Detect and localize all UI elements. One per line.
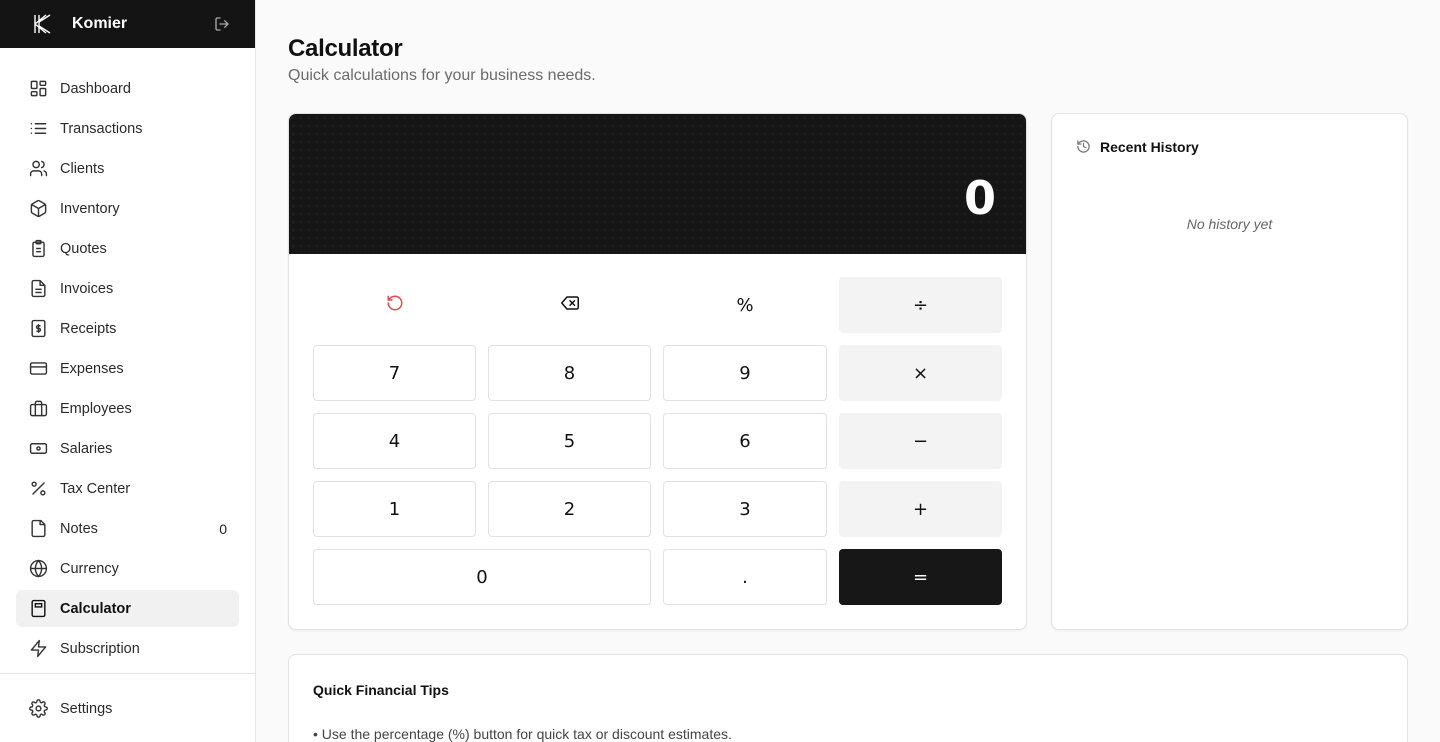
sidebar-item-currency[interactable]: Currency [16,550,239,587]
brand-name: Komier [72,15,128,32]
add-button[interactable]: + [839,481,1002,537]
divide-button[interactable]: ÷ [839,277,1002,333]
clipboard-icon [28,239,48,259]
sidebar-item-expenses[interactable]: Expenses [16,350,239,387]
reset-icon [386,294,404,317]
history-icon [1076,139,1092,155]
sticky-note-icon [28,519,48,539]
digit-0-button[interactable]: 0 [313,549,651,605]
sidebar-item-subscription[interactable]: Subscription [16,630,239,667]
sidebar-item-label: Calculator [60,600,131,617]
zap-icon [28,639,48,659]
main-content: Calculator Quick calculations for your b… [256,0,1440,742]
sidebar-item-clients[interactable]: Clients [16,150,239,187]
sidebar-item-label: Receipts [60,320,117,337]
digit-3-button[interactable]: 3 [663,481,827,537]
sidebar-item-calculator[interactable]: Calculator [16,590,239,627]
package-icon [28,199,48,219]
digit-1-button[interactable]: 1 [313,481,476,537]
sidebar-item-transactions[interactable]: Transactions [16,110,239,147]
backspace-button[interactable] [488,277,651,333]
history-title: Recent History [1100,139,1199,155]
percent-icon [28,479,48,499]
sidebar-item-invoices[interactable]: Invoices [16,270,239,307]
digit-8-button[interactable]: 8 [488,345,651,401]
digit-7-button[interactable]: 7 [313,345,476,401]
digit-5-button[interactable]: 5 [488,413,651,469]
multiply-button[interactable]: × [839,345,1002,401]
tips-title: Quick Financial Tips [313,682,449,698]
tips-card: Quick Financial Tips • Use the percentag… [288,654,1408,742]
sidebar-item-inventory[interactable]: Inventory [16,190,239,227]
sidebar-item-employees[interactable]: Employees [16,390,239,427]
sidebar-item-label: Dashboard [60,80,131,97]
percent-button[interactable]: % [663,277,827,333]
sidebar-item-label: Employees [60,400,132,417]
sidebar-bottom: Settings [16,690,239,730]
sidebar-item-label: Notes [60,520,98,537]
receipt-dollar-icon [28,319,48,339]
sidebar-item-label: Inventory [60,200,120,217]
calculator-display: 0 [289,114,1026,254]
digit-4-button[interactable]: 4 [313,413,476,469]
sidebar-divider [0,673,255,674]
credit-card-icon [28,359,48,379]
file-text-icon [28,279,48,299]
display-value: 0 [963,171,996,225]
decimal-button[interactable]: . [663,549,827,605]
list-icon [28,119,48,139]
history-header: Recent History [1076,139,1199,155]
sidebar-item-label: Transactions [60,120,143,137]
sidebar-item-notes[interactable]: Notes 0 [16,510,239,547]
logout-icon[interactable] [213,15,231,33]
calculator-card: 0 % ÷ 7 8 9 × 4 5 6 − 1 2 3 + 0 . = [288,113,1027,630]
globe-icon [28,559,48,579]
subtract-button[interactable]: − [839,413,1002,469]
page-subtitle: Quick calculations for your business nee… [288,67,596,84]
users-icon [28,159,48,179]
digit-2-button[interactable]: 2 [488,481,651,537]
sidebar-item-dashboard[interactable]: Dashboard [16,70,239,107]
reset-button[interactable] [313,277,476,333]
banknote-icon [28,439,48,459]
sidebar-nav: Dashboard Transactions Clients Inventory… [0,48,255,667]
sidebar-item-label: Expenses [60,360,124,377]
sidebar-item-salaries[interactable]: Salaries [16,430,239,467]
tips-item: • Use the percentage (%) button for quic… [313,726,732,742]
sidebar-item-label: Settings [60,700,113,717]
digit-9-button[interactable]: 9 [663,345,827,401]
page-title: Calculator [288,35,403,62]
dashboard-grid-icon [28,79,48,99]
sidebar-item-label: Invoices [60,280,114,297]
sidebar: Komier Dashboard Transactions Clients In… [0,0,256,742]
sidebar-item-label: Clients [60,160,105,177]
briefcase-icon [28,399,48,419]
sidebar-item-label: Quotes [60,240,107,257]
sidebar-item-label: Tax Center [60,480,131,497]
sidebar-item-label: Currency [60,560,119,577]
sidebar-item-label: Subscription [60,640,140,657]
sidebar-item-label: Salaries [60,440,113,457]
gear-icon [28,699,48,719]
sidebar-item-settings[interactable]: Settings [16,690,239,727]
notes-count-badge: 0 [219,520,227,537]
sidebar-item-tax-center[interactable]: Tax Center [16,470,239,507]
sidebar-item-quotes[interactable]: Quotes [16,230,239,267]
calculator-icon [28,599,48,619]
sidebar-item-receipts[interactable]: Receipts [16,310,239,347]
history-empty-state: No history yet [1186,216,1273,232]
equals-button[interactable]: = [839,549,1002,605]
komier-logo-icon [32,13,54,35]
history-card: Recent History No history yet [1051,113,1408,630]
brand-bar: Komier [0,0,255,48]
backspace-icon [560,294,580,317]
digit-6-button[interactable]: 6 [663,413,827,469]
